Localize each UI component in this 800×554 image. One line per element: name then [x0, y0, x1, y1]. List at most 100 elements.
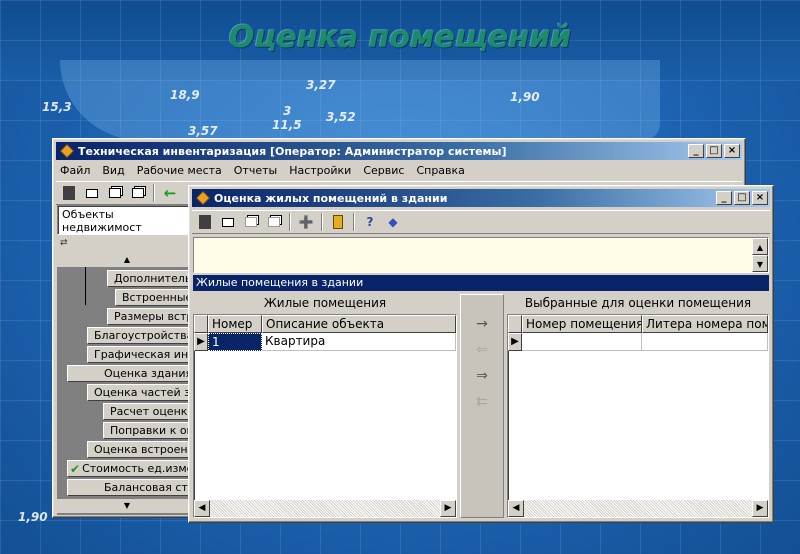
dim-label: 3	[283, 104, 292, 118]
panel-icon[interactable]	[195, 212, 215, 232]
menu-workplaces[interactable]: Рабочие места	[137, 164, 222, 177]
column-header-description[interactable]: Описание объекта	[262, 315, 456, 333]
main-menu-bar: Файл Вид Рабочие места Отчеты Настройки …	[56, 161, 742, 179]
minimize-button[interactable]: _	[716, 191, 732, 205]
cell-description[interactable]: Квартира	[262, 333, 456, 351]
cascade-icon[interactable]	[241, 212, 261, 232]
menu-service[interactable]: Сервис	[363, 164, 404, 177]
menu-file[interactable]: Файл	[60, 164, 90, 177]
tree-item[interactable]: Графическая инф	[87, 346, 197, 363]
scroll-up-icon[interactable]: ▲	[752, 238, 768, 255]
room-toolbar: ➕ ? ◆	[192, 210, 770, 234]
tree-header: ⇄	[60, 238, 68, 248]
maximize-button[interactable]: □	[734, 191, 750, 205]
dim-label: 3,52	[326, 110, 356, 124]
living-rooms-grid: Номер Описание объекта ▶ 1 Квартира ◀ ▶	[193, 314, 457, 518]
transfer-panel: → ⇐ ⇒ ⇇	[460, 294, 504, 518]
close-button[interactable]: ×	[752, 191, 768, 205]
window-icon[interactable]	[218, 212, 238, 232]
cell-number[interactable]: 1	[208, 333, 262, 351]
dim-label: 1,90	[510, 90, 540, 104]
tree-item[interactable]: Расчет оценки	[103, 403, 197, 420]
checkmark-icon: ✔	[70, 461, 81, 476]
menu-reports[interactable]: Отчеты	[234, 164, 277, 177]
panel-icon[interactable]	[59, 183, 79, 203]
cell-room-letter[interactable]	[642, 333, 768, 351]
window-icon[interactable]	[82, 183, 102, 203]
tree-item[interactable]: Балансовая сто	[67, 479, 197, 496]
back-arrow-icon[interactable]: ←	[160, 183, 180, 203]
right-pane-title: Выбранные для оценки помещения	[524, 296, 752, 310]
minimize-button[interactable]: _	[688, 144, 704, 158]
room-evaluation-window: Оценка жилых помещений в здании _ □ × ➕ …	[188, 185, 774, 523]
dim-label: 15,3	[42, 100, 72, 114]
right-grid-hscrollbar[interactable]: ◀ ▶	[508, 500, 768, 517]
help-icon[interactable]: ?	[360, 212, 380, 232]
room-window-title-bar[interactable]: Оценка жилых помещений в здании _ □ ×	[192, 189, 770, 207]
scroll-left-icon[interactable]: ◀	[508, 500, 524, 517]
left-pane-title: Жилые помещения	[263, 296, 387, 310]
menu-help[interactable]: Справка	[416, 164, 464, 177]
tree-panel: ▲ Дополнительн Встроенные п Размеры встр…	[57, 253, 197, 515]
close-button[interactable]: ×	[724, 144, 740, 158]
cell-room-number[interactable]	[522, 333, 642, 351]
dim-label: 3,27	[306, 78, 336, 92]
column-header-number[interactable]: Номер	[208, 315, 262, 333]
menu-settings[interactable]: Настройки	[289, 164, 351, 177]
tree-item-checked[interactable]: ✔ Стоимость ед.изме	[67, 460, 197, 477]
object-info-field: Объекты недвижимост	[57, 205, 197, 235]
tile-icon[interactable]	[264, 212, 284, 232]
toolbar-separator	[353, 213, 355, 231]
app-icon	[196, 191, 210, 205]
dim-label: 18,9	[170, 88, 200, 102]
tile-icon[interactable]	[128, 183, 148, 203]
left-grid-hscrollbar[interactable]: ◀ ▶	[194, 500, 456, 517]
section-header: Жилые помещения в здании	[193, 275, 769, 291]
scroll-right-icon[interactable]: ▶	[752, 500, 768, 517]
current-row-indicator-icon: ▶	[508, 333, 522, 351]
add-record-icon[interactable]: ➕	[296, 212, 316, 232]
scroll-left-icon[interactable]: ◀	[194, 500, 210, 517]
grid-corner	[194, 315, 208, 333]
dim-label: 11,5	[272, 118, 302, 132]
page-title: Оценка помещений	[228, 20, 572, 55]
remove-selected-button[interactable]: ⇐	[471, 341, 493, 359]
tree-item[interactable]: Встроенные п	[115, 289, 197, 306]
add-selected-button[interactable]: →	[471, 315, 493, 333]
menu-view[interactable]: Вид	[102, 164, 124, 177]
book-icon[interactable]: ◆	[383, 212, 403, 232]
remove-all-button[interactable]: ⇇	[471, 393, 493, 411]
column-header-room-letter[interactable]: Литера номера пом	[642, 315, 768, 333]
scroll-down-icon[interactable]: ▼	[752, 255, 768, 272]
cascade-icon[interactable]	[105, 183, 125, 203]
scroll-down-icon[interactable]: ▼	[57, 499, 197, 513]
plan-highlight	[60, 60, 660, 140]
main-title-bar[interactable]: Техническая инвентаризация [Оператор: Ад…	[56, 142, 742, 160]
exit-door-icon[interactable]	[328, 212, 348, 232]
maximize-button[interactable]: □	[706, 144, 722, 158]
column-header-room-number[interactable]: Номер помещения	[522, 315, 642, 333]
tree-item[interactable]: Оценка частей зд	[87, 384, 197, 401]
tree-item[interactable]: Благоустройства	[87, 327, 197, 344]
tree-item[interactable]: Поправки к оце	[103, 422, 197, 439]
tree-item[interactable]: Размеры встр	[107, 308, 197, 325]
tree-item[interactable]: Оценка встроенн	[87, 441, 197, 458]
tree-item[interactable]: Дополнительн	[107, 270, 197, 287]
info-scrollbar[interactable]: ▲ ▼	[752, 238, 768, 272]
object-info-text: Объекты недвижимост	[62, 208, 142, 234]
toolbar-separator	[153, 184, 155, 202]
toolbar-separator	[289, 213, 291, 231]
grid-corner	[508, 315, 522, 333]
tree-item[interactable]: Оценка здания	[67, 365, 197, 382]
current-row-indicator-icon: ▶	[194, 333, 208, 351]
scroll-right-icon[interactable]: ▶	[440, 500, 456, 517]
info-panel: ▲ ▼	[193, 237, 769, 273]
room-window-title: Оценка жилых помещений в здании	[214, 191, 448, 205]
dim-label: 3,57	[188, 124, 218, 138]
dim-label: 1,90	[18, 510, 48, 524]
scroll-up-icon[interactable]: ▲	[57, 253, 197, 267]
app-icon	[60, 144, 74, 158]
section-header-title: Жилые помещения в здании	[196, 276, 364, 289]
tree-connector	[85, 267, 86, 305]
add-all-button[interactable]: ⇒	[471, 367, 493, 385]
